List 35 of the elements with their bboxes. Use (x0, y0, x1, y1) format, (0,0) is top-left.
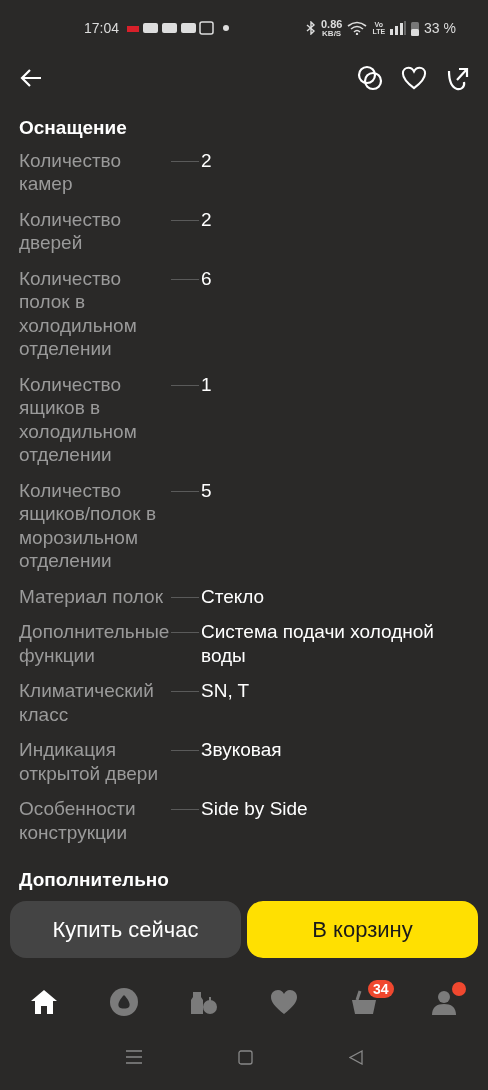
spec-label: Особенности конструкции (19, 797, 171, 844)
spec-value: 5 (200, 478, 212, 503)
battery-icon (411, 20, 420, 36)
network-speed: 0.86 (320, 18, 343, 30)
compare-button[interactable] (357, 65, 383, 91)
section-title: Оснащение (19, 116, 128, 140)
spec-value: 2 (200, 207, 212, 232)
home-square-icon[interactable] (237, 1049, 253, 1065)
buy-now-button[interactable]: Купить сейчас (10, 901, 241, 958)
spec-value: SN, T (200, 679, 250, 703)
share-button[interactable] (445, 65, 469, 91)
spec-value: 2 (200, 148, 212, 173)
spec-value: 1 (200, 372, 212, 397)
count-badge: 34 (368, 980, 394, 998)
back-triangle-icon[interactable] (348, 1049, 363, 1065)
spec-value: 6 (200, 266, 212, 291)
battery-percent: 33 % (424, 18, 456, 38)
person-icon (431, 989, 457, 1015)
speed-unit: KB/S (322, 29, 342, 38)
spec-value: Side by Side (200, 797, 308, 821)
status-time: 17:04 (84, 18, 120, 38)
home-icon (30, 989, 58, 1015)
wifi-icon (347, 21, 368, 35)
spec-value: Звуковая (200, 738, 282, 762)
menu-icon[interactable] (125, 1050, 142, 1064)
add-to-cart-button[interactable]: В корзину (247, 901, 478, 958)
ring-icon (109, 987, 139, 1017)
heart-icon (270, 989, 298, 1015)
section-title: Дополнительно (19, 868, 170, 892)
spec-value: Система подачи холодной воды (200, 620, 435, 667)
bluetooth-icon (305, 21, 316, 35)
spec-value: Стекло (200, 584, 265, 608)
nav-tab[interactable]: 34 (334, 982, 394, 1022)
favorite-button[interactable] (401, 66, 427, 90)
signal-icon (390, 21, 407, 35)
